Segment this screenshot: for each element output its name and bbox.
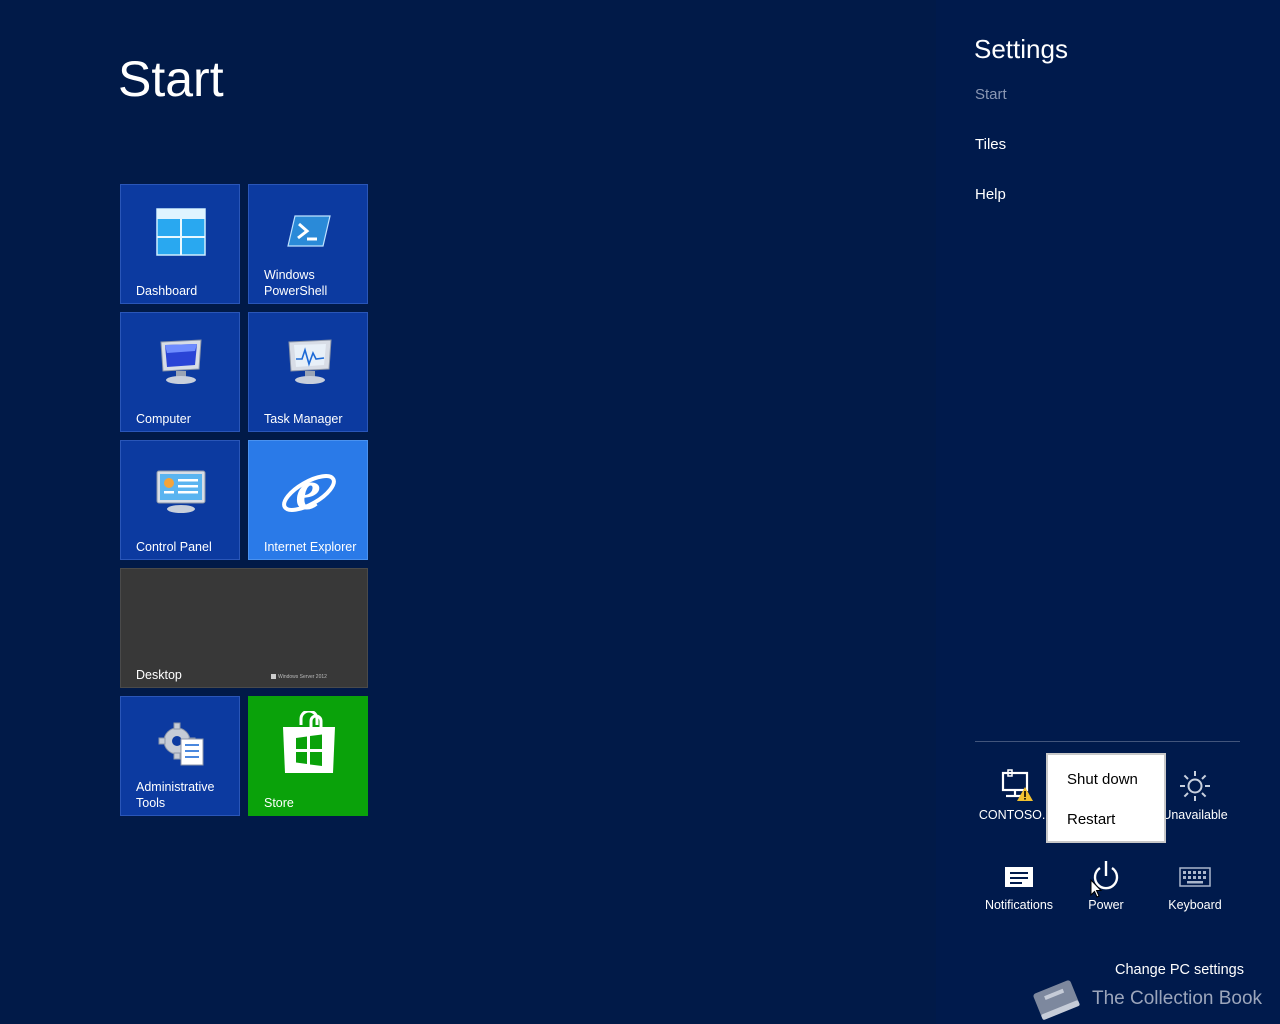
keyboard-icon [1152, 858, 1238, 892]
dashboard-icon [156, 208, 206, 256]
svg-text:e: e [296, 461, 321, 521]
power-button[interactable]: Power [1063, 858, 1149, 912]
computer-icon [160, 339, 202, 384]
mouse-cursor-icon [1090, 879, 1102, 898]
tile-label: Control Panel [136, 540, 212, 554]
keyboard-label: Keyboard [1168, 898, 1222, 912]
tile-label-line: Tools [136, 796, 166, 810]
notifications-label: Notifications [984, 898, 1054, 912]
watermark-text: The Collection Book [1092, 988, 1263, 1009]
tile-label: Administrative Tools [136, 779, 233, 811]
settings-link-start[interactable]: Start [975, 86, 1007, 103]
tile-control-panel[interactable]: Control Panel [120, 440, 240, 560]
restart-option[interactable]: Restart [1067, 811, 1115, 828]
tile-task-manager[interactable]: Task Manager [248, 312, 368, 432]
settings-divider [975, 741, 1240, 742]
tile-windows-powershell[interactable]: Windows PowerShell [248, 184, 368, 304]
powershell-icon [287, 215, 331, 247]
tile-dashboard[interactable]: Dashboard [120, 184, 240, 304]
keyboard-button[interactable]: Keyboard [1152, 858, 1238, 912]
tile-computer[interactable]: Computer [120, 312, 240, 432]
tile-label: Windows PowerShell [264, 267, 361, 299]
task-manager-icon [288, 339, 332, 384]
tile-label: Computer [136, 412, 191, 426]
collection-book-watermark: The Collection Book [1028, 972, 1280, 1024]
tile-label: Internet Explorer [264, 540, 357, 554]
settings-link-tiles[interactable]: Tiles [975, 136, 1006, 153]
tile-administrative-tools[interactable]: Administrative Tools [120, 696, 240, 816]
desktop-watermark-text: Windows Server 2012 [278, 674, 327, 680]
tile-desktop[interactable]: Desktop Windows Server 2012 [120, 568, 368, 688]
tile-internet-explorer[interactable]: e Internet Explorer [248, 440, 368, 560]
tile-label: Desktop [136, 668, 182, 682]
store-bag-icon [283, 711, 335, 773]
notifications-button[interactable]: Notifications [976, 858, 1062, 912]
power-icon [1063, 858, 1149, 892]
tile-label: Store [264, 796, 294, 810]
book-icon [1033, 980, 1080, 1020]
shut-down-option[interactable]: Shut down [1067, 771, 1138, 788]
settings-link-help[interactable]: Help [975, 186, 1006, 203]
tile-label: Dashboard [136, 284, 198, 298]
tile-label-line: Administrative [136, 780, 215, 794]
windows-logo-icon [271, 674, 276, 680]
power-label: Power [1088, 898, 1124, 912]
notifications-icon [976, 858, 1062, 892]
settings-title: Settings [974, 34, 1068, 64]
internet-explorer-icon: e [282, 461, 336, 521]
settings-charm-panel: Settings Start Tiles Help CONTOSO.lo Una… [936, 0, 1280, 1024]
tile-label-line: Windows [264, 268, 315, 282]
power-menu: Shut down Restart [1046, 753, 1166, 843]
administrative-tools-icon [158, 722, 204, 766]
control-panel-icon [156, 470, 206, 513]
start-title: Start [118, 51, 224, 107]
tile-label-line: PowerShell [264, 284, 328, 298]
tile-store[interactable]: Store [248, 696, 368, 816]
desktop-watermark: Windows Server 2012 [271, 674, 327, 680]
tile-label: Task Manager [264, 412, 343, 426]
